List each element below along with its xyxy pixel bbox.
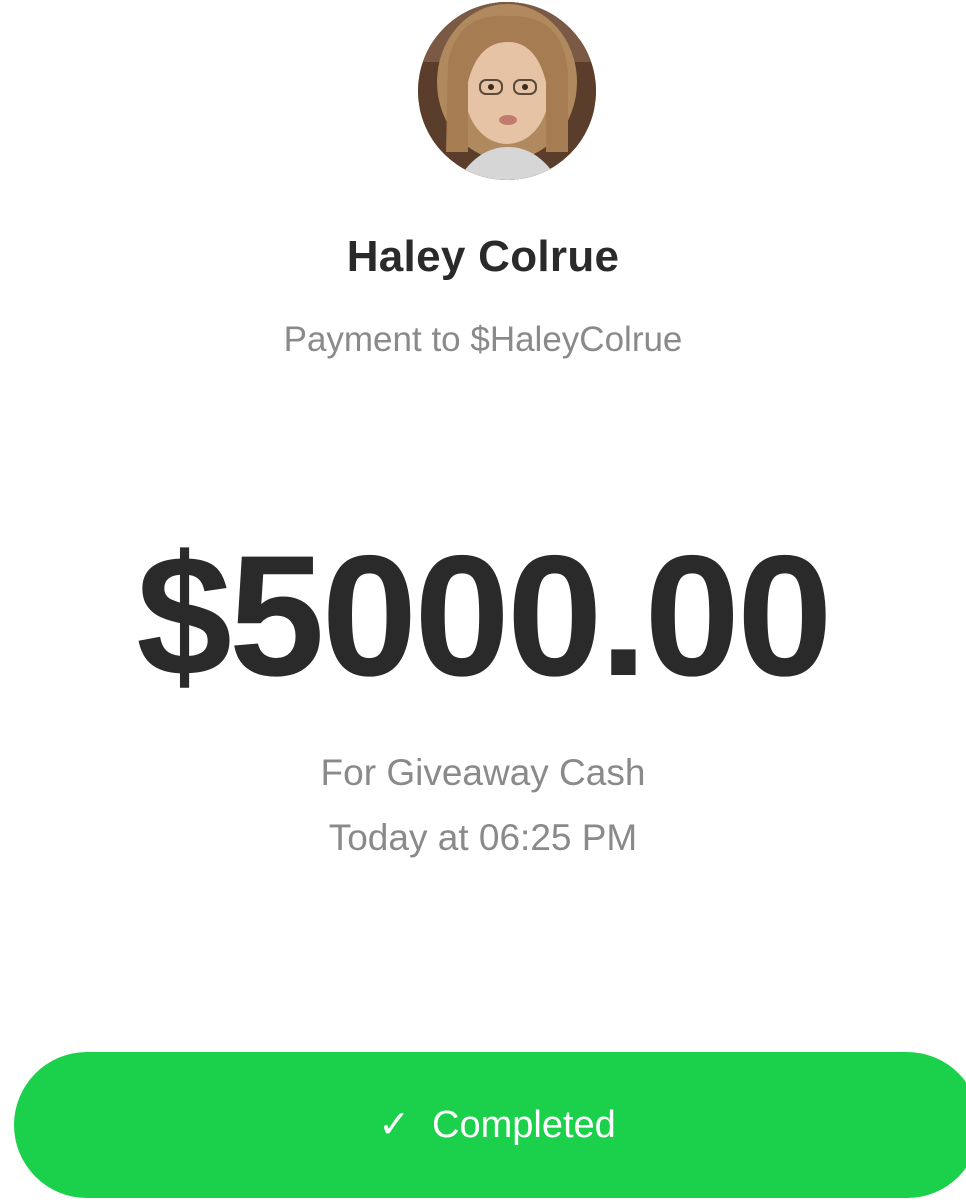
- payment-receipt-screen: Haley Colrue Payment to $HaleyColrue $50…: [0, 0, 966, 1200]
- completed-status-button[interactable]: ✓ Completed: [14, 1052, 966, 1198]
- status-label: Completed: [432, 1103, 616, 1146]
- payment-amount: $5000.00: [136, 520, 832, 712]
- payment-timestamp: Today at 06:25 PM: [328, 817, 638, 858]
- avatar-photo: [418, 2, 596, 180]
- payment-subtitle: Payment to $HaleyColrue: [283, 320, 683, 359]
- payment-note: For Giveaway Cash: [320, 752, 646, 793]
- recipient-name: Haley Colrue: [346, 232, 620, 281]
- check-icon: ✓: [378, 1104, 411, 1146]
- avatar[interactable]: [418, 2, 596, 180]
